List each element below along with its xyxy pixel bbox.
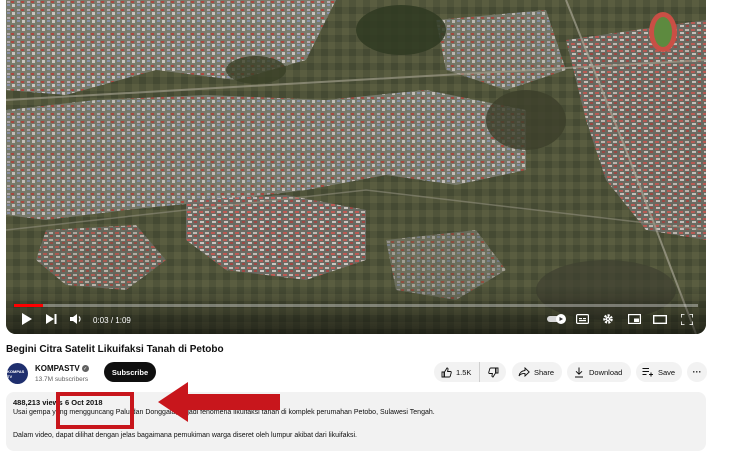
save-button[interactable]: Save (636, 362, 682, 382)
autoplay-toggle[interactable] (546, 310, 568, 328)
fullscreen-button[interactable] (679, 310, 695, 328)
duration: 1:09 (115, 316, 131, 325)
more-icon: ··· (692, 367, 702, 377)
time-display: 0:03 / 1:09 (93, 316, 131, 325)
fullscreen-icon (681, 313, 693, 325)
like-count: 1.5K (456, 367, 472, 377)
description-line-2: Dalam video, dapat dilihat dengan jelas … (13, 432, 357, 439)
theater-icon (653, 314, 667, 324)
download-icon (573, 366, 585, 378)
miniplayer-icon (627, 314, 641, 324)
download-button[interactable]: Download (567, 362, 631, 382)
settings-icon (603, 314, 613, 324)
verified-badge-icon: ✓ (81, 365, 89, 372)
share-icon (518, 366, 530, 378)
subscriber-count: 13.7M subscribers (35, 376, 89, 383)
channel-avatar-logo: KOMPAS TV (7, 368, 25, 379)
dislike-button[interactable] (480, 362, 506, 382)
miniplayer-button[interactable] (626, 310, 642, 328)
theater-mode-button[interactable] (652, 310, 668, 328)
current-time: 0:03 (93, 316, 109, 325)
annotation-arrow-icon (158, 382, 280, 422)
share-label: Share (534, 367, 555, 377)
next-icon (45, 314, 56, 324)
channel-name[interactable]: KOMPASTV (35, 364, 80, 373)
like-dislike-group: 1.5K (434, 362, 506, 382)
more-actions-button[interactable]: ··· (687, 362, 707, 382)
next-button[interactable] (44, 310, 58, 328)
mute-button[interactable] (69, 310, 83, 328)
share-button[interactable]: Share (512, 362, 562, 382)
annotation-highlight-box (56, 392, 134, 429)
like-button[interactable]: 1.5K (440, 362, 481, 382)
channel-avatar[interactable]: KOMPAS TV (7, 363, 28, 384)
save-label: Save (658, 367, 676, 377)
captions-icon (575, 314, 589, 324)
progress-bar[interactable] (14, 304, 698, 307)
play-icon (21, 313, 32, 325)
captions-button[interactable] (574, 310, 590, 328)
thumbs-up-icon (440, 366, 452, 378)
add-to-playlist-icon (642, 366, 654, 378)
play-button[interactable] (18, 310, 34, 328)
volume-icon (70, 314, 81, 324)
settings-button[interactable] (600, 310, 616, 328)
video-title: Begini Citra Satelit Likuifaksi Tanah di… (6, 344, 224, 355)
download-label: Download (589, 367, 623, 377)
progress-bar-played (14, 304, 44, 307)
subscribe-button[interactable]: Subscribe (104, 362, 156, 382)
channel-name-row[interactable]: KOMPASTV ✓ (35, 364, 89, 373)
video-player[interactable]: 0:03 / 1:09 (6, 0, 706, 334)
satellite-video-frame (6, 0, 706, 334)
thumbs-down-icon (487, 366, 499, 378)
autoplay-toggle-icon (547, 314, 566, 324)
